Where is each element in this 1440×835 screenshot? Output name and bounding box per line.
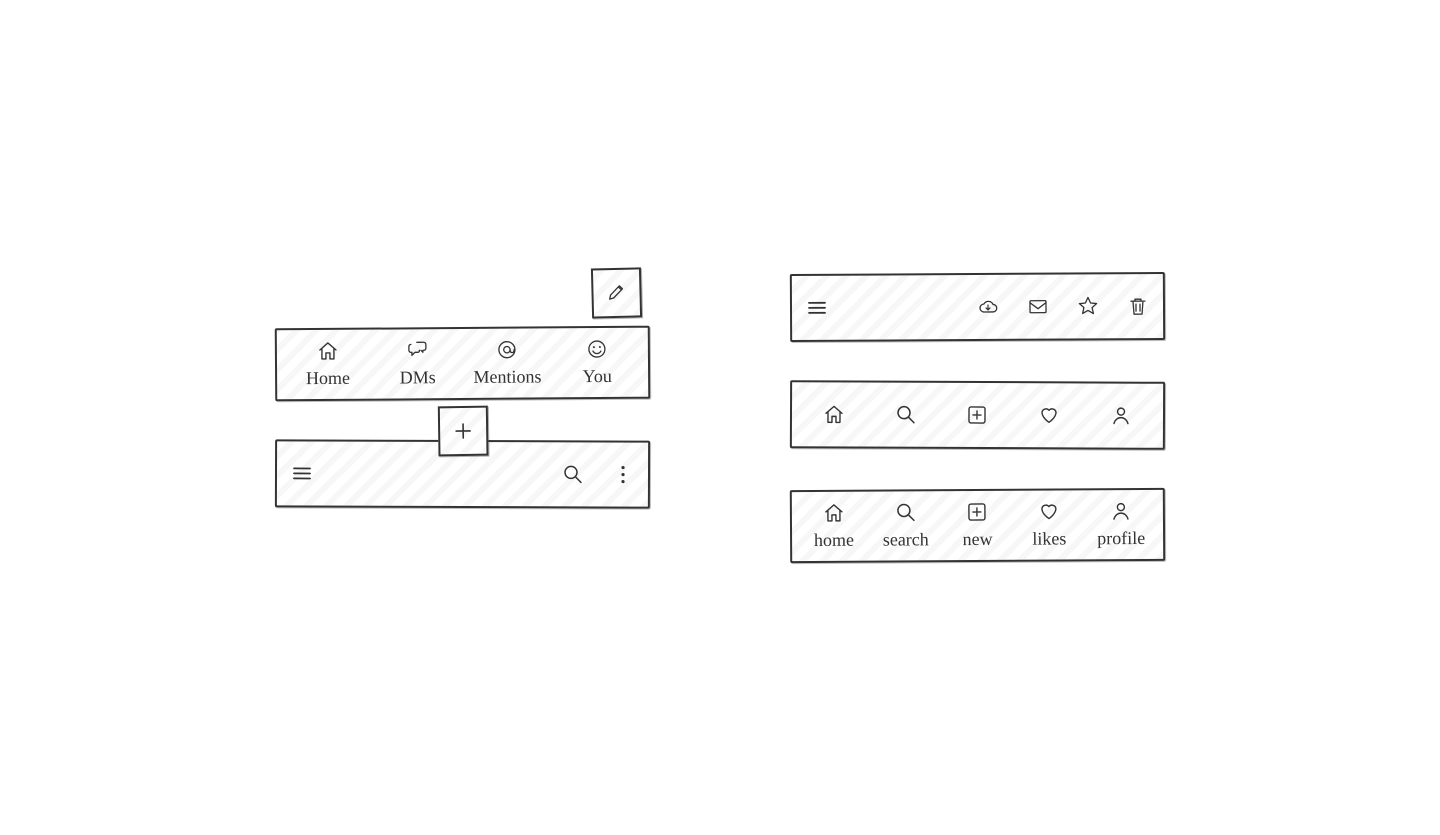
tabbar-icons	[790, 380, 1165, 450]
menu-icon	[806, 297, 828, 319]
star-icon	[1077, 295, 1099, 317]
pencil-icon	[605, 282, 628, 305]
delete-button[interactable]	[1127, 295, 1149, 317]
mail-button[interactable]	[1027, 296, 1049, 318]
more-vertical-icon	[612, 464, 634, 486]
tab-home-label: Home	[306, 368, 350, 389]
tab-likes-label: likes	[1032, 528, 1066, 549]
tab-likes[interactable]: likes	[1013, 500, 1085, 549]
heart-icon	[1038, 404, 1060, 426]
tabbar-labeled: home search new likes profile	[790, 488, 1165, 563]
home-icon	[823, 403, 845, 425]
plus-square-icon	[966, 501, 988, 523]
tab-home[interactable]: Home	[283, 340, 373, 390]
search-button[interactable]	[562, 463, 584, 485]
tab-home[interactable]: home	[798, 502, 870, 551]
chat-icon	[406, 339, 428, 361]
tab-mentions[interactable]: Mentions	[462, 338, 552, 388]
tab-dms-label: DMs	[400, 367, 436, 388]
tab-home-label: home	[814, 530, 854, 551]
tab-mentions-label: Mentions	[473, 366, 541, 387]
toolbar-file	[790, 272, 1165, 342]
home-icon	[823, 502, 845, 524]
download-button[interactable]	[977, 296, 999, 318]
tab-you-label: You	[583, 366, 612, 387]
tab-home[interactable]	[798, 403, 870, 425]
tab-profile[interactable]	[1085, 404, 1157, 426]
user-icon	[1110, 500, 1132, 522]
tab-new[interactable]	[942, 404, 1014, 426]
tab-search[interactable]	[870, 404, 942, 426]
plus-square-icon	[966, 404, 988, 426]
compose-button[interactable]	[591, 267, 642, 318]
more-button[interactable]	[612, 464, 634, 486]
tab-new[interactable]: new	[941, 501, 1013, 550]
tab-new-label: new	[963, 529, 993, 550]
cloud-download-icon	[977, 296, 999, 318]
smile-icon	[586, 338, 608, 360]
favorite-button[interactable]	[1077, 295, 1099, 317]
trash-icon	[1127, 295, 1149, 317]
tab-likes[interactable]	[1013, 404, 1085, 426]
tab-you[interactable]: You	[552, 338, 642, 388]
menu-icon	[291, 462, 313, 484]
home-icon	[317, 340, 339, 362]
search-icon	[895, 404, 917, 426]
menu-button[interactable]	[806, 297, 828, 319]
plus-icon	[451, 420, 473, 442]
search-icon	[895, 501, 917, 523]
tab-search[interactable]: search	[870, 501, 942, 550]
search-icon	[562, 463, 584, 485]
at-icon	[496, 339, 518, 361]
tabbar-social: Home DMs Mentions You	[275, 326, 651, 402]
tab-search-label: search	[883, 529, 929, 550]
user-icon	[1110, 405, 1132, 427]
add-button[interactable]	[437, 406, 488, 457]
toolbar-actions	[275, 439, 650, 508]
mail-icon	[1027, 296, 1049, 318]
tab-profile[interactable]: profile	[1085, 500, 1157, 549]
tab-profile-label: profile	[1097, 528, 1145, 549]
menu-button[interactable]	[291, 462, 313, 484]
tab-dms[interactable]: DMs	[373, 339, 463, 389]
heart-icon	[1038, 500, 1060, 522]
